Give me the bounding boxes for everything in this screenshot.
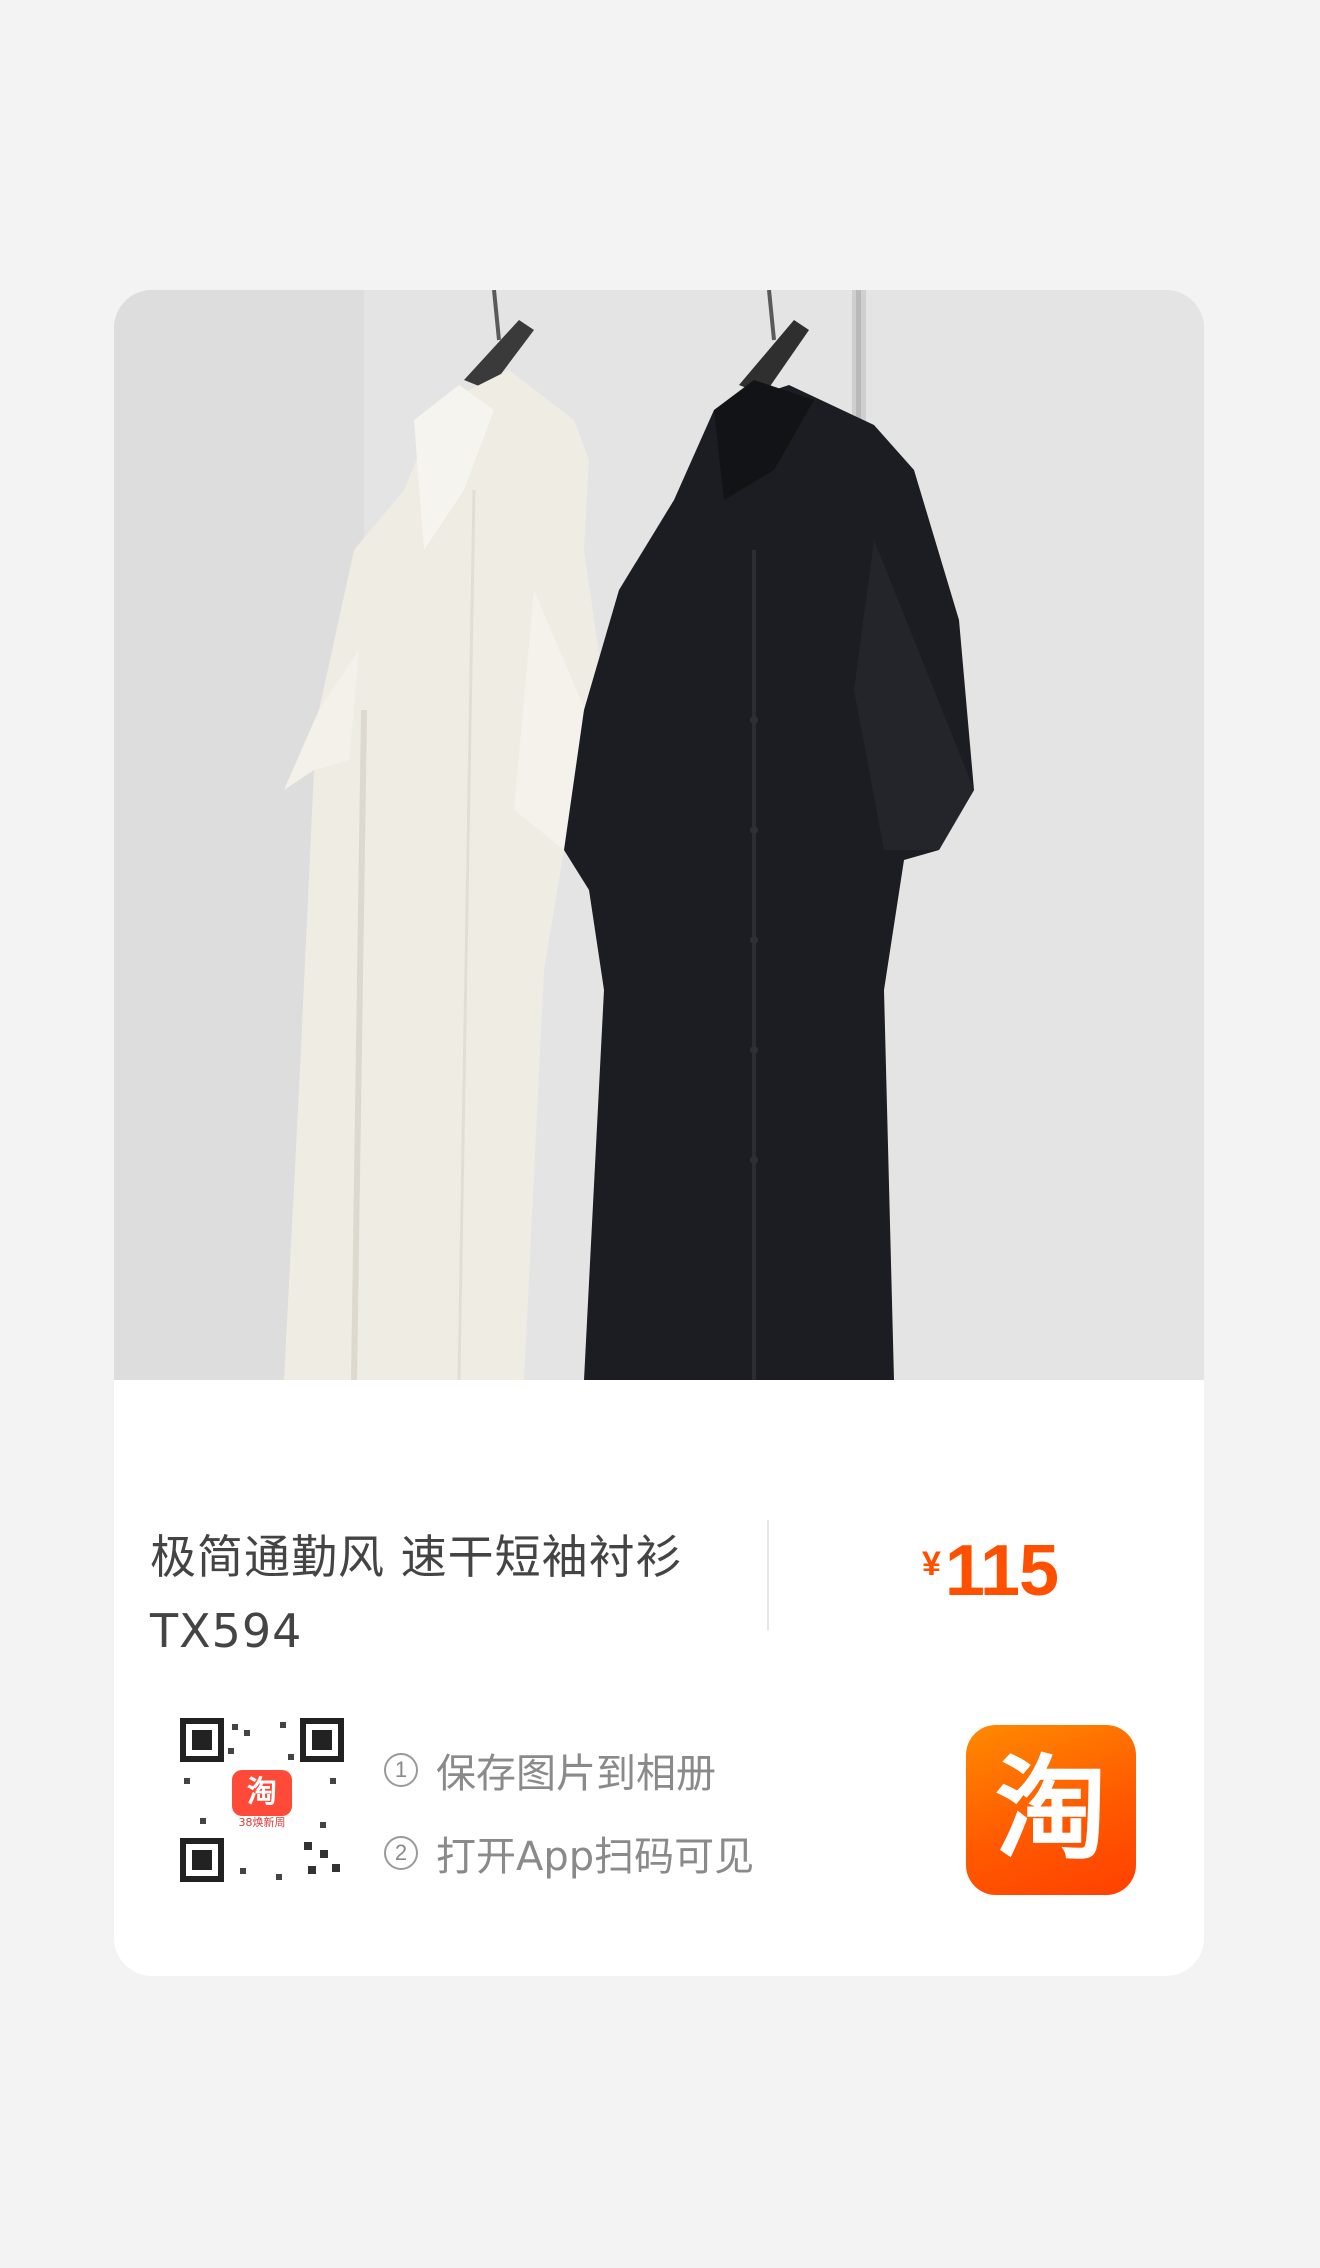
share-steps: 1 保存图片到相册 2 打开App扫码可见 [384, 1740, 754, 1906]
qr-code: 淘 38焕新周 [180, 1718, 344, 1882]
product-title: 极简通勤风 速干短袖衬衫 TX594 [150, 1520, 710, 1668]
product-price: ¥115 [922, 1530, 1059, 1612]
step-number-1: 1 [384, 1753, 418, 1787]
shirts-on-hangers-photo [114, 290, 1204, 1380]
step-number-2: 2 [384, 1836, 418, 1870]
step-open-app: 2 打开App扫码可见 [384, 1823, 754, 1883]
taobao-logo-icon: 淘 [966, 1725, 1136, 1895]
step-open-text: 打开App扫码可见 [436, 1834, 755, 1880]
step-save-text: 保存图片到相册 [436, 1751, 716, 1797]
divider [767, 1520, 769, 1630]
product-title-line1: 极简通勤风 速干短袖衬衫 [150, 1530, 683, 1584]
qr-center-logo: 淘 [247, 1775, 277, 1810]
product-photo [114, 290, 1204, 1380]
product-info: 极简通勤风 速干短袖衬衫 TX594 ¥115 淘 38焕新周 1 保存图片到相… [114, 1380, 1204, 1976]
currency-symbol: ¥ [922, 1545, 941, 1583]
share-card: 极简通勤风 速干短袖衬衫 TX594 ¥115 淘 38焕新周 1 保存图片到相… [114, 290, 1204, 1976]
qr-caption: 38焕新周 [238, 1816, 286, 1829]
price-value: 115 [944, 1531, 1059, 1611]
step-save-image: 1 保存图片到相册 [384, 1740, 754, 1800]
product-title-line2: TX594 [150, 1604, 303, 1658]
